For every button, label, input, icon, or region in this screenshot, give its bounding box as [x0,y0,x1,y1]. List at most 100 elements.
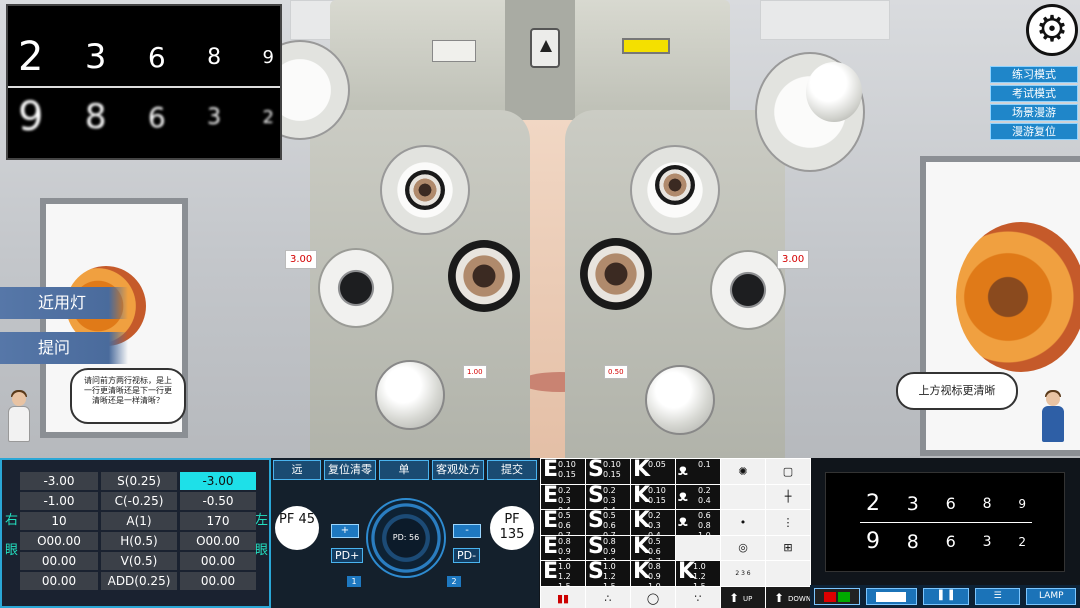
optotype-letter: S [588,484,604,508]
reset-button[interactable]: 复位清零 [324,460,376,480]
chart-digit: 2 [866,491,880,516]
near-light-button[interactable]: 近用灯 [0,287,128,319]
test-chart-numbers-button[interactable]: 2 3 6 [721,561,765,586]
split-horizontal-button[interactable]: ☰ [974,588,1021,605]
pf-left-button[interactable]: PF 45 [275,506,319,550]
right-h-prism-value[interactable]: O00.00 [20,532,98,550]
optotype-k-button[interactable]: K 0.10 0.15 [631,484,675,509]
left-sphere-value[interactable]: -3.00 [180,472,256,490]
optotype-e-button[interactable]: E0.8 0.9 1.0 [541,535,585,560]
optotype-e-button[interactable]: E1.0 1.2 1.5 [541,561,585,586]
optotype-bird-button[interactable]: ᴥ 0.6 0.8 1.0 [676,510,720,535]
optotype-e-button[interactable]: E0.5 0.6 0.7 [541,510,585,535]
left-h-prism-value[interactable]: O00.00 [180,532,256,550]
objective-rx-button[interactable]: 客观处方 [432,460,484,480]
test-chart-dots2-button[interactable]: ∵ [676,586,720,608]
pd-increase-button[interactable]: + [331,524,359,538]
eye-two-tag[interactable]: 2 [447,576,461,587]
test-chart-radial-button[interactable]: ✺ [721,459,765,484]
optotype-k-button[interactable]: K0.5 0.6 0.7 [631,535,675,560]
right-cylinder-dial[interactable] [318,248,394,328]
gear-icon[interactable]: ⚙ [1026,4,1078,56]
roam-reset-button[interactable]: 漫游复位 [990,123,1078,140]
left-v-prism-value[interactable]: 00.00 [180,552,256,570]
optotype-letter: S [588,561,604,584]
left-cylinder-value[interactable]: -0.50 [180,492,256,510]
acuity-values: 1.0 1.2 1.5 [693,562,706,586]
preview-separator [8,86,280,88]
eye-one-tag[interactable]: 1 [347,576,361,587]
test-chart-dot-button[interactable]: • [721,510,765,535]
optotype-k-button[interactable]: K 0.05 [631,459,675,484]
test-chart-cross-button[interactable]: ┼ [766,484,810,509]
distance-button[interactable]: 远 [273,460,321,480]
single-button[interactable]: 单 [379,460,429,480]
pd-plus-label[interactable]: PD+ [331,548,364,563]
test-chart-blank-button[interactable] [676,535,720,560]
optotype-k-button[interactable]: K0.2 0.3 0.4 [631,510,675,535]
optotype-k-button[interactable]: K1.0 1.2 1.5 [676,561,720,586]
right-v-prism-value[interactable]: 00.00 [20,552,98,570]
optotype-e-button[interactable]: E0.2 0.3 0.4 [541,484,585,509]
optotype-e-button[interactable]: E 0.10 0.15 [541,459,585,484]
optotype-s-button[interactable]: S1.0 1.2 1.5 [586,561,630,586]
down-button[interactable]: ⬆ DOWN [766,586,810,608]
optotype-s-button[interactable]: S0.5 0.6 0.7 [586,510,630,535]
acuity-values: 0.10 0.15 [603,460,621,479]
optotype-s-button[interactable]: S 0.10 0.15 [586,459,630,484]
right-axis-knob[interactable] [375,360,445,430]
h-prism-step-label[interactable]: H(0.5) [101,532,177,550]
test-chart-color-button[interactable]: ▮▮ [541,586,585,608]
optotype-k-button[interactable]: K0.8 0.9 1.0 [631,561,675,586]
split-vertical-button[interactable]: ▌▐ [923,588,969,605]
pd-decrease-button[interactable]: - [453,524,481,538]
red-green-toggle[interactable] [814,588,860,605]
acuity-values: 1.0 1.2 1.5 [603,562,616,586]
test-chart-circle-button[interactable]: ◎ [721,535,765,560]
pd-dial[interactable]: PD: 56 [366,498,446,578]
lamp-button[interactable]: LAMP [1026,588,1077,605]
ask-button[interactable]: 提问 [0,332,128,364]
dots2-icon: ∵ [694,592,702,606]
exam-mode-button[interactable]: 考试模式 [990,85,1078,102]
test-chart-circle2-button[interactable]: ◯ [631,586,675,608]
right-add-value[interactable]: 00.00 [20,572,98,590]
optotype-s-button[interactable]: S0.2 0.3 0.4 [586,484,630,509]
left-axis-knob[interactable] [645,365,715,435]
optotype-bird-button[interactable]: ᴥ 0.1 [676,459,720,484]
white-screen-button[interactable] [865,588,918,605]
test-chart-grid-button[interactable]: ⊞ [766,535,810,560]
optotype-bird-button[interactable]: ᴥ 0.2 0.4 [676,484,720,509]
chart-digit: 6 [945,532,956,551]
optotype-grid: E 0.10 0.15 S 0.10 0.15 K 0.05 ᴥ 0.1 ✺ ▢ E 0.2 0.3 … [540,458,811,608]
test-chart-bars-button[interactable]: ⋮ [766,510,810,535]
right-sphere-value[interactable]: -3.00 [20,472,98,490]
leveling-knob[interactable] [530,28,560,68]
axis-step-label[interactable]: A(1) [101,512,177,530]
blank-icon [721,485,765,510]
optotype-s-button[interactable]: S0.8 0.9 1.0 [586,535,630,560]
test-chart-square-button[interactable]: ▢ [766,459,810,484]
scene-roam-button[interactable]: 场景漫游 [990,104,1078,121]
left-axis-value[interactable]: 170 [180,512,256,530]
left-drum-cap[interactable] [806,62,862,122]
left-cylinder-dial[interactable] [710,250,786,330]
preview-digit: 9 [18,94,44,140]
right-axis-value[interactable]: 10 [20,512,98,530]
test-chart-dots-button[interactable]: ∴ [586,586,630,608]
up-button[interactable]: ⬆ UP [721,586,765,608]
test-chart-blank-button[interactable] [766,561,810,586]
chart-digit: 3 [906,492,919,515]
cylinder-step-label[interactable]: C(-0.25) [101,492,177,510]
sphere-step-label[interactable]: S(0.25) [101,472,177,490]
left-add-value[interactable]: 00.00 [180,572,256,590]
v-prism-step-label[interactable]: V(0.5) [101,552,177,570]
test-chart-blank-button[interactable] [721,484,765,510]
add-step-label[interactable]: ADD(0.25) [101,572,177,590]
pf-right-button[interactable]: PF 135 [490,506,534,550]
right-cylinder-value[interactable]: -1.00 [20,492,98,510]
dots-icon: ∴ [604,592,612,606]
pd-minus-label[interactable]: PD- [453,548,481,563]
submit-button[interactable]: 提交 [487,460,537,480]
practice-mode-button[interactable]: 练习模式 [990,66,1078,83]
